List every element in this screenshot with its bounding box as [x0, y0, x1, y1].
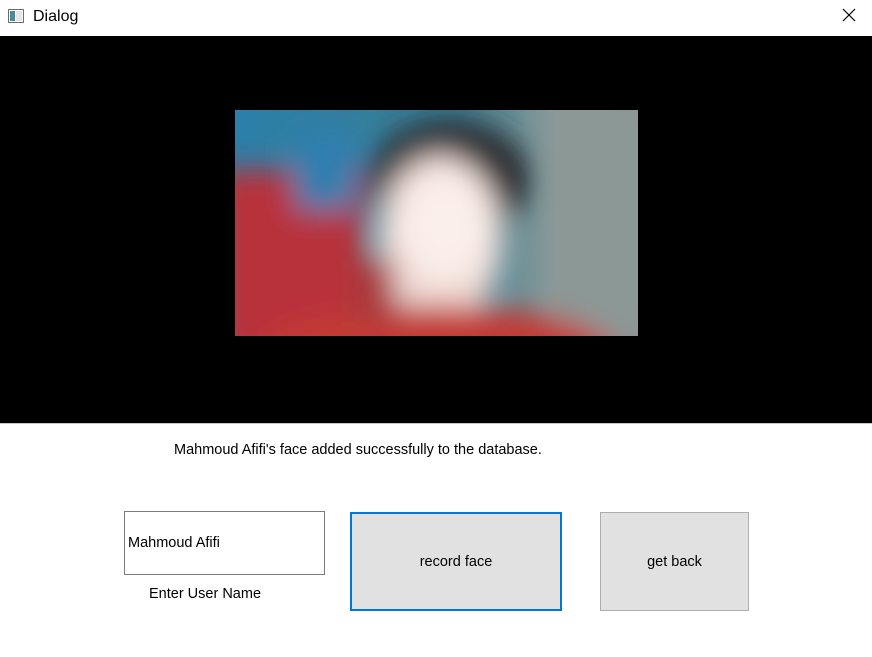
status-message: Mahmoud Afifi's face added successfully … [174, 442, 542, 458]
user-name-label: Enter User Name [149, 586, 262, 602]
dialog-window: Dialog Mahmoud Afifi's face added succes… [0, 0, 872, 657]
close-button[interactable] [826, 0, 872, 35]
get-back-button[interactable]: get back [600, 512, 749, 611]
get-back-label: get back [647, 553, 702, 570]
camera-feed-image [235, 110, 638, 336]
divider [0, 423, 872, 424]
window-title: Dialog [33, 8, 79, 25]
close-icon [842, 8, 856, 27]
user-name-input[interactable] [124, 511, 325, 575]
dialog-window-icon [8, 9, 24, 23]
title-bar: Dialog [0, 0, 872, 35]
record-face-button[interactable]: record face [350, 512, 562, 611]
camera-view [0, 36, 872, 424]
record-face-label: record face [419, 553, 493, 570]
